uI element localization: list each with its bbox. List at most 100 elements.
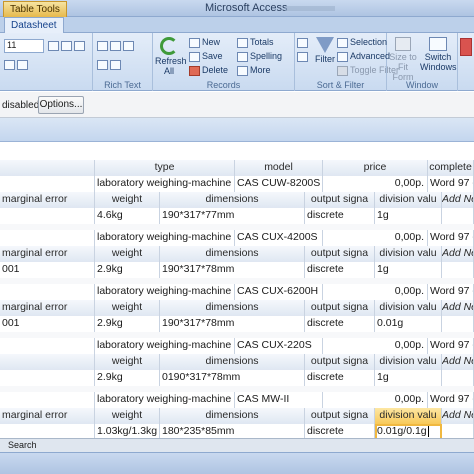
cell-complete[interactable]: Word 97 -: [428, 230, 474, 246]
tab-datasheet[interactable]: Datasheet: [4, 17, 64, 33]
row-selector[interactable]: [0, 176, 95, 192]
numbering-icon[interactable]: [97, 59, 108, 70]
header-weight[interactable]: weight: [95, 300, 160, 316]
header-add-new[interactable]: Add Ne: [442, 246, 474, 262]
header-add-new[interactable]: Add Ne: [442, 300, 474, 316]
gridlines-buttons[interactable]: [4, 59, 30, 70]
delete-record-button[interactable]: Delete: [189, 65, 228, 76]
header-output-signal[interactable]: output signa: [305, 354, 375, 370]
cell-model[interactable]: CAS CUX-6200H: [235, 284, 323, 300]
cell-output-signal[interactable]: discrete: [305, 424, 375, 438]
alternate-fill-icon[interactable]: [17, 59, 28, 70]
cell-weight[interactable]: 2.9kg: [95, 262, 160, 278]
table-row[interactable]: 001 2.9kg 190*317*78mm discrete 1g: [0, 262, 474, 278]
header-division-value[interactable]: division valu: [375, 354, 442, 370]
align-left-icon[interactable]: [48, 40, 59, 51]
header-weight[interactable]: weight: [95, 246, 160, 262]
row-selector[interactable]: [0, 230, 95, 246]
cell-weight[interactable]: 2.9kg: [95, 316, 160, 332]
cell-complete[interactable]: Word 97 -: [428, 284, 474, 300]
cell-add-new[interactable]: [442, 208, 474, 224]
cell-complete[interactable]: Word 97 -: [428, 338, 474, 354]
header-dimensions[interactable]: dimensions: [160, 300, 305, 316]
header-price[interactable]: price: [323, 160, 428, 176]
header-complete[interactable]: complete: [428, 160, 474, 176]
header-weight[interactable]: weight: [95, 192, 160, 208]
header-output-signal[interactable]: output signa: [305, 246, 375, 262]
table-tools-context-tab[interactable]: Table Tools: [3, 1, 67, 17]
row-selector[interactable]: [0, 338, 95, 354]
cell-marginal-error[interactable]: [0, 370, 95, 386]
header-type[interactable]: type: [95, 160, 235, 176]
cell-marginal-error[interactable]: [0, 424, 95, 438]
header-marginal-error[interactable]: marginal error: [0, 192, 95, 208]
outdent-icon[interactable]: [110, 40, 121, 51]
align-center-icon[interactable]: [61, 40, 72, 51]
row-selector[interactable]: [0, 392, 95, 408]
header-weight[interactable]: weight: [95, 408, 160, 424]
cell-model[interactable]: CAS CUW-8200S: [235, 176, 323, 192]
cell-model[interactable]: CAS CUX-4200S: [235, 230, 323, 246]
cell-add-new[interactable]: [442, 424, 474, 438]
bullets-icon[interactable]: [123, 40, 134, 51]
cell-weight[interactable]: 1.03kg/1.3kg: [95, 424, 160, 438]
header-add-new[interactable]: Add Ne: [442, 408, 474, 424]
cell-add-new[interactable]: [442, 262, 474, 278]
align-right-icon[interactable]: [74, 40, 85, 51]
cell-price[interactable]: 0,00р.: [323, 338, 428, 354]
table-row[interactable]: 001 2.9kg 190*317*78mm discrete 0.01g: [0, 316, 474, 332]
table-row[interactable]: 2.9kg 0190*317*78mm discrete 1g: [0, 370, 474, 386]
table-row[interactable]: laboratory weighing-machine CAS CUX-4200…: [0, 230, 474, 246]
totals-button[interactable]: Totals: [237, 37, 274, 48]
header-dimensions[interactable]: dimensions: [160, 246, 305, 262]
font-size-select[interactable]: 11: [4, 39, 44, 53]
header-marginal-error-hidden[interactable]: [0, 354, 95, 370]
cell-model[interactable]: CAS CUX-220S: [235, 338, 323, 354]
cell-add-new[interactable]: [442, 316, 474, 332]
cell-price[interactable]: 0,00р.: [323, 176, 428, 192]
row-selector[interactable]: [0, 284, 95, 300]
cell-price[interactable]: 0,00р.: [323, 284, 428, 300]
cell-marginal-error[interactable]: 001: [0, 316, 95, 332]
table-row[interactable]: laboratory weighing-machine CAS CUX-6200…: [0, 284, 474, 300]
table-row[interactable]: laboratory weighing-machine CAS CUX-220S…: [0, 338, 474, 354]
header-dimensions[interactable]: dimensions: [160, 192, 305, 208]
cell-division-value[interactable]: 0.01g: [375, 316, 442, 332]
header-add-new[interactable]: Add Ne: [442, 192, 474, 208]
cell-marginal-error[interactable]: [0, 208, 95, 224]
header-marginal-error[interactable]: marginal error: [0, 408, 95, 424]
cell-complete[interactable]: Word 97 -: [428, 392, 474, 408]
cell-division-value[interactable]: 1g: [375, 370, 442, 386]
header-add-new[interactable]: Add Ne: [442, 354, 474, 370]
header-dimensions[interactable]: dimensions: [160, 354, 305, 370]
cell-model[interactable]: CAS MW-II: [235, 392, 323, 408]
more-button[interactable]: More: [237, 65, 271, 76]
edge-icon[interactable]: [460, 38, 472, 56]
save-record-button[interactable]: Save: [189, 51, 223, 62]
advanced-button[interactable]: Advanced: [337, 51, 390, 62]
header-division-value-selected[interactable]: division valu: [375, 408, 442, 424]
header-output-signal[interactable]: output signa: [305, 192, 375, 208]
cell-division-value-editing[interactable]: 0.01g/0.1g: [375, 424, 442, 438]
cell-output-signal[interactable]: discrete: [305, 370, 375, 386]
table-row[interactable]: laboratory weighing-machine CAS CUW-8200…: [0, 176, 474, 192]
list-buttons[interactable]: [97, 40, 136, 51]
table-row[interactable]: laboratory weighing-machine CAS MW-II 0,…: [0, 392, 474, 408]
cell-type[interactable]: laboratory weighing-machine: [95, 392, 235, 408]
selection-button[interactable]: Selection: [337, 37, 387, 48]
header-division-value[interactable]: division valu: [375, 246, 442, 262]
cell-output-signal[interactable]: discrete: [305, 316, 375, 332]
cell-division-value[interactable]: 1g: [375, 262, 442, 278]
cell-marginal-error[interactable]: 001: [0, 262, 95, 278]
cell-dimensions[interactable]: 0190*317*78mm: [160, 370, 305, 386]
header-output-signal[interactable]: output signa: [305, 300, 375, 316]
cell-weight[interactable]: 2.9kg: [95, 370, 160, 386]
options-button[interactable]: Options...: [38, 96, 84, 114]
sort-ascending-button[interactable]: [297, 37, 310, 48]
cell-dimensions[interactable]: 190*317*78mm: [160, 316, 305, 332]
spelling-button[interactable]: Spelling: [237, 51, 282, 62]
table-row[interactable]: 4.6kg 190*317*77mm discrete 1g: [0, 208, 474, 224]
cell-price[interactable]: 0,00р.: [323, 392, 428, 408]
sort-descending-button[interactable]: [297, 51, 310, 62]
align-buttons[interactable]: [48, 40, 87, 51]
